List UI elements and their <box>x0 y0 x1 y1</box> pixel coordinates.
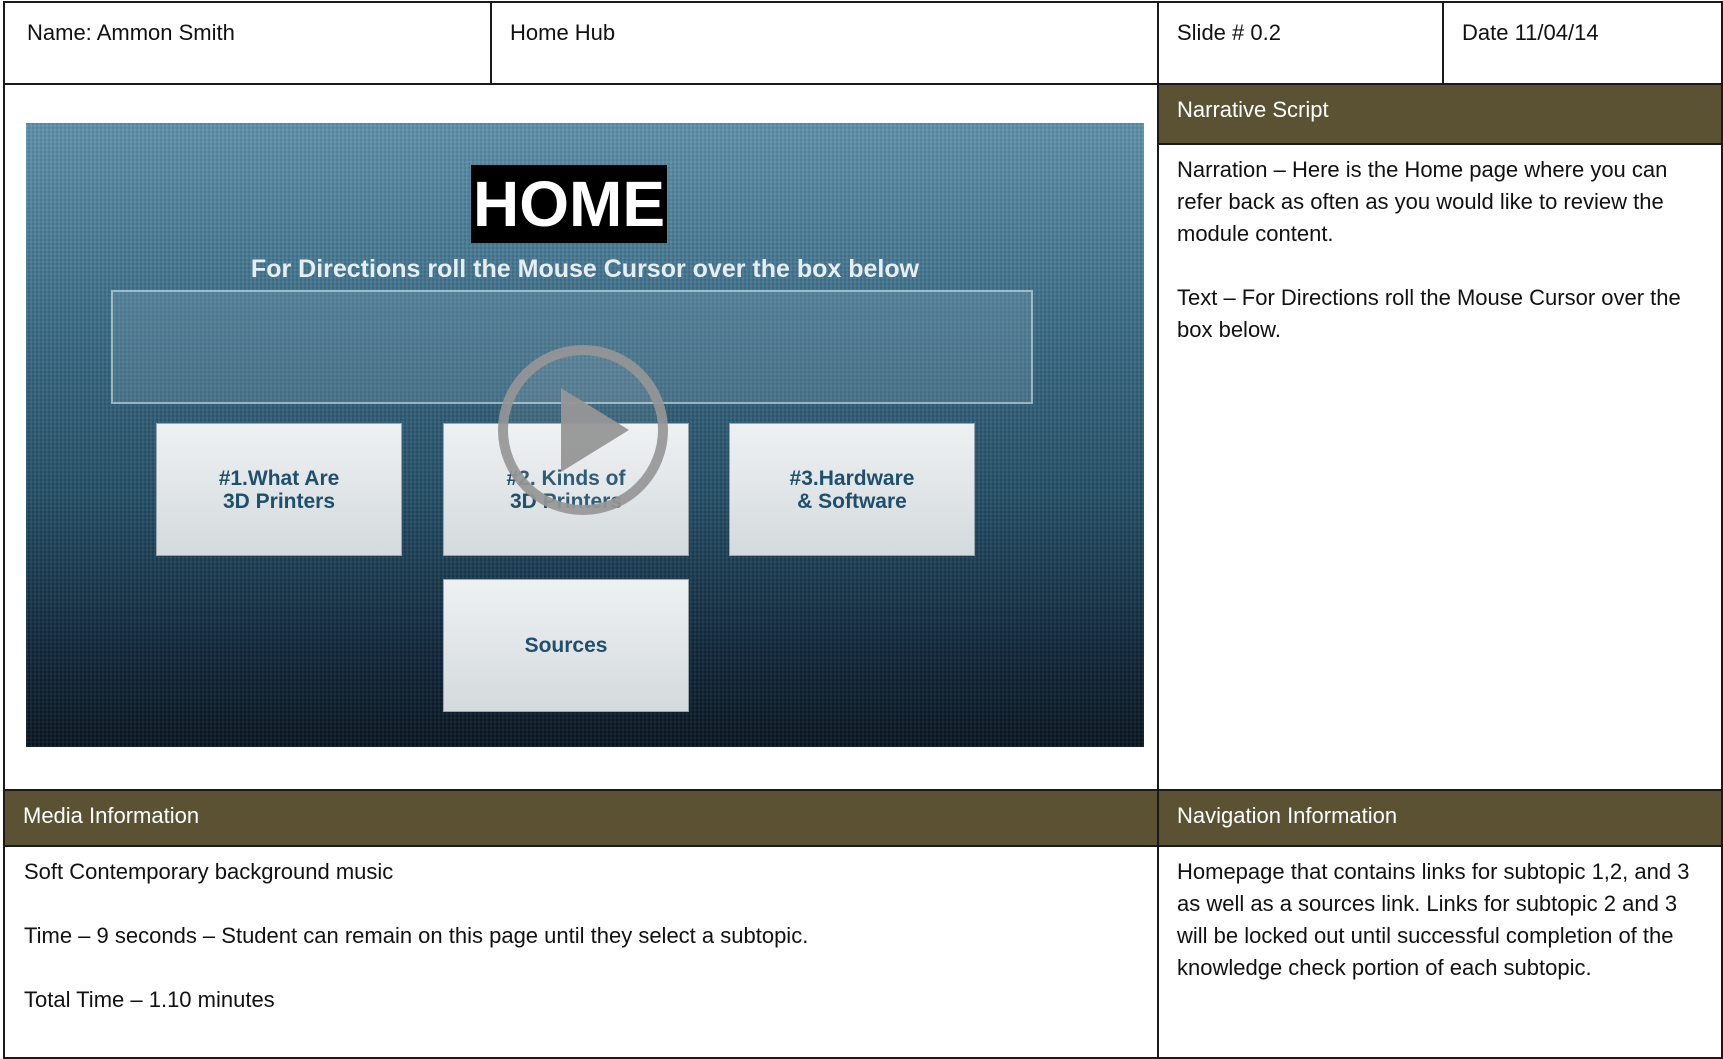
sources-button[interactable]: Sources <box>443 579 689 712</box>
date-cell: Date 11/04/14 <box>1442 1 1723 85</box>
page-title: Home Hub <box>510 20 616 45</box>
navigation-body: Homepage that contains links for subtopi… <box>1177 856 1707 984</box>
media-total-time: Total Time – 1.10 minutes <box>24 987 275 1012</box>
narration-text: Narration – Here is the Home page where … <box>1177 157 1668 246</box>
date-label: Date 11/04/14 <box>1462 20 1599 45</box>
narrative-body: Narration – Here is the Home page where … <box>1177 154 1707 346</box>
home-heading: HOME <box>471 165 667 243</box>
subtopic-3-button[interactable]: #3.Hardware & Software <box>729 423 975 556</box>
media-music: Soft Contemporary background music <box>24 859 394 884</box>
subtopic-1-button[interactable]: #1.What Are 3D Printers <box>156 423 402 556</box>
directions-text: For Directions roll the Mouse Cursor ove… <box>250 255 920 283</box>
title-cell: Home Hub <box>490 1 1159 85</box>
navigation-text: Homepage that contains links for subtopi… <box>1177 859 1690 980</box>
name-cell: Name: Ammon Smith <box>3 1 492 85</box>
slide-number: Slide # 0.2 <box>1177 20 1281 45</box>
narrative-header: Narrative Script <box>1157 83 1723 145</box>
author-name: Name: Ammon Smith <box>27 20 235 45</box>
play-circle-icon[interactable] <box>493 340 673 520</box>
onscreen-text: Text – For Directions roll the Mouse Cur… <box>1177 285 1681 342</box>
media-body: Soft Contemporary background music Time … <box>24 856 1144 1016</box>
media-time: Time – 9 seconds – Student can remain on… <box>24 923 809 948</box>
navigation-header: Navigation Information <box>1157 789 1723 847</box>
slide-cell: Slide # 0.2 <box>1157 1 1444 85</box>
slide-preview[interactable]: HOME For Directions roll the Mouse Curso… <box>26 123 1144 747</box>
media-header: Media Information <box>3 789 1159 847</box>
